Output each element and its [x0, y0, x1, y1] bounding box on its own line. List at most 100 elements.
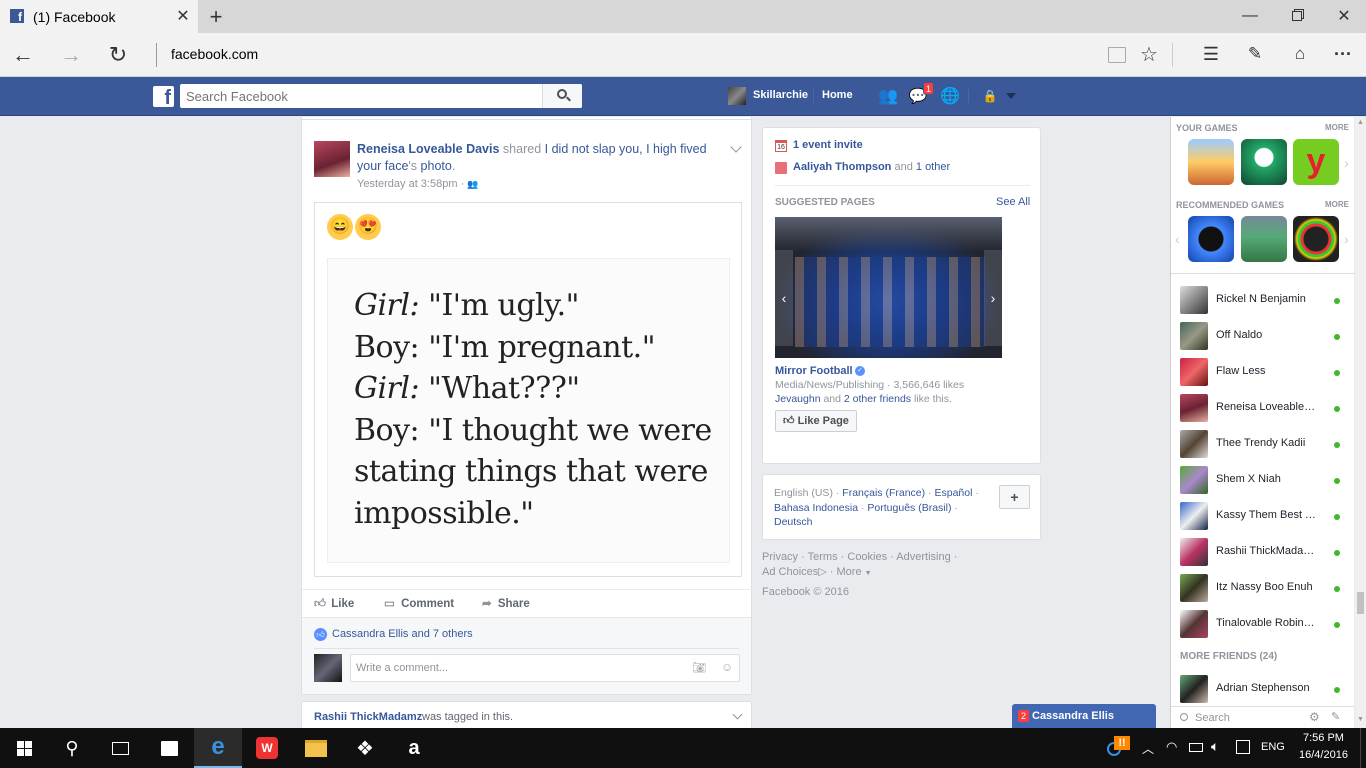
show-desktop-button[interactable] — [1360, 728, 1366, 768]
notifications-globe-icon[interactable]: 🌐 — [939, 85, 961, 107]
search-box[interactable] — [180, 84, 582, 108]
games-prev-icon[interactable]: ‹ — [1175, 231, 1180, 247]
chat-friend[interactable]: Flaw Less — [1180, 354, 1350, 390]
volume-icon[interactable]: 🔈︎ — [1211, 738, 1219, 755]
like-page-button[interactable]: 👍︎ Like Page — [775, 410, 857, 432]
games-next-icon[interactable]: › — [1344, 155, 1349, 171]
scroll-up-icon[interactable]: ▲ — [1357, 119, 1364, 126]
chat-friend[interactable]: Rickel N Benjamin — [1180, 282, 1350, 318]
back-icon[interactable]: ← — [10, 42, 36, 68]
language-link[interactable]: Bahasa Indonesia — [774, 502, 858, 514]
scrollbar[interactable]: ▲ ▼ — [1355, 117, 1366, 728]
post-author-link[interactable]: Reneisa Loveable Davis — [357, 142, 499, 156]
close-window-icon[interactable]: ✕ — [1332, 4, 1356, 28]
game-8-ball-pool-icon[interactable] — [1188, 216, 1234, 262]
clock-date[interactable]: 16/4/2016 — [1299, 749, 1348, 761]
camera-icon[interactable]: 📷︎ — [692, 661, 706, 674]
post-author-avatar[interactable] — [314, 141, 350, 177]
user-avatar[interactable] — [728, 87, 746, 105]
chat-friend[interactable]: Tinalovable Robinson — [1180, 606, 1350, 642]
language-link[interactable]: Português (Brasil) — [867, 502, 951, 514]
search-icon[interactable]: ⚲ — [48, 728, 96, 768]
more-link[interactable]: More — [837, 566, 862, 578]
comment-input-box[interactable]: Write a comment... 📷︎ ☺ — [350, 654, 740, 682]
web-note-icon[interactable]: ✎ — [1243, 42, 1267, 66]
game-color-circle-icon[interactable] — [1293, 216, 1339, 262]
new-tab-icon[interactable]: + — [204, 4, 228, 29]
chat-friend[interactable]: Rashii ThickMadamz — [1180, 534, 1350, 570]
game-gourmet-ranch-icon[interactable] — [1188, 139, 1234, 185]
suggested-page-name[interactable]: Mirror Football — [775, 365, 853, 377]
new-message-icon[interactable]: ✎ — [1331, 710, 1340, 723]
birthday-other-link[interactable]: 1 other — [916, 161, 950, 173]
friend-link[interactable]: Jevaughn — [775, 393, 821, 405]
action-center-icon[interactable] — [1236, 740, 1250, 754]
scrollbar-thumb[interactable] — [1357, 592, 1364, 614]
share-button[interactable]: ➦ Share — [482, 595, 530, 613]
reading-view-icon[interactable] — [1108, 47, 1126, 63]
profile-link[interactable]: Skillarchie — [753, 89, 808, 101]
like-button[interactable]: 👍︎ Like — [314, 595, 354, 613]
footer-link[interactable]: Cookies — [847, 551, 887, 563]
scroll-down-icon[interactable]: ▼ — [1357, 716, 1364, 723]
language-link[interactable]: Deutsch — [774, 516, 813, 528]
post-options-chevron-icon[interactable] — [732, 709, 743, 720]
home-link[interactable]: Home — [822, 89, 853, 101]
amazon-icon[interactable]: a — [390, 728, 438, 768]
game-football-icon[interactable] — [1241, 216, 1287, 262]
forward-icon[interactable]: → — [58, 42, 84, 68]
suggested-page-image[interactable] — [775, 217, 1002, 358]
comment-button[interactable]: ▭ Comment — [384, 595, 454, 613]
your-games-more-link[interactable]: MORE — [1325, 123, 1349, 132]
chat-friend[interactable]: Adrian Stephenson — [1180, 671, 1350, 707]
carousel-prev-icon[interactable]: ‹ — [775, 250, 793, 346]
friend-requests-icon[interactable]: 👥 — [877, 85, 899, 107]
footer-link[interactable]: Terms — [808, 551, 838, 563]
games-next-icon[interactable]: › — [1344, 231, 1349, 247]
wps-office-icon[interactable]: W — [243, 728, 291, 768]
search-input[interactable] — [186, 87, 541, 105]
chat-friend[interactable]: Thee Trendy Kadii — [1180, 426, 1350, 462]
chat-search-input[interactable]: Search — [1195, 712, 1230, 724]
battery-icon[interactable] — [1189, 743, 1203, 752]
tray-chevron-up-icon[interactable]: ︿ — [1142, 740, 1154, 757]
search-button[interactable] — [542, 84, 582, 108]
chat-tab[interactable]: 2 Cassandra Ellis — [1012, 704, 1156, 728]
share-icon[interactable]: ⌂ — [1288, 42, 1312, 66]
carousel-next-icon[interactable]: › — [984, 250, 1002, 346]
wifi-icon[interactable]: ◠ — [1166, 739, 1177, 755]
refresh-icon[interactable]: ↻ — [105, 42, 131, 68]
file-explorer-icon[interactable] — [292, 728, 340, 768]
see-all-link[interactable]: See All — [996, 196, 1030, 208]
event-invite-link[interactable]: 1 event invite — [793, 139, 863, 151]
comment-input[interactable]: Write a comment... — [356, 662, 448, 674]
minimize-icon[interactable]: — — [1238, 4, 1262, 28]
edge-browser-icon[interactable]: e — [194, 728, 242, 768]
chat-settings-gear-icon[interactable]: ⚙ — [1309, 710, 1320, 724]
other-friends-link[interactable]: 2 other friends — [844, 393, 911, 405]
ad-choices-link[interactable]: Ad Choices — [762, 566, 818, 578]
dropbox-icon[interactable]: ❖ — [341, 728, 389, 768]
url-field[interactable]: facebook.com — [171, 46, 258, 62]
tray-alert-icon[interactable]: !! — [1114, 736, 1130, 750]
account-menu-arrow-icon[interactable] — [1006, 93, 1016, 99]
chat-friend[interactable]: Off Naldo — [1180, 318, 1350, 354]
language-link[interactable]: Français (France) — [842, 487, 925, 499]
chat-friend[interactable]: Itz Nassy Boo Enuh — [1180, 570, 1350, 606]
clock-time[interactable]: 7:56 PM — [1303, 732, 1344, 744]
next-post-author[interactable]: Rashii ThickMadamz — [314, 711, 422, 723]
post-options-chevron-icon[interactable] — [730, 141, 742, 153]
game-soccer-manager-icon[interactable] — [1241, 139, 1287, 185]
footer-link[interactable]: Advertising — [896, 551, 950, 563]
hub-icon[interactable]: ☰ — [1199, 42, 1223, 66]
restore-icon[interactable] — [1292, 11, 1302, 21]
language-link[interactable]: Español — [934, 487, 972, 499]
photo-link[interactable]: photo — [421, 159, 452, 173]
sticker-icon[interactable]: ☺ — [721, 660, 733, 674]
more-icon[interactable]: ··· — [1331, 42, 1355, 66]
recommended-more-link[interactable]: MORE — [1325, 200, 1349, 209]
game-words-icon[interactable]: y — [1293, 139, 1339, 185]
input-language[interactable]: ENG — [1261, 741, 1285, 753]
footer-link[interactable]: Privacy — [762, 551, 798, 563]
close-tab-icon[interactable]: ✕ — [174, 7, 192, 25]
